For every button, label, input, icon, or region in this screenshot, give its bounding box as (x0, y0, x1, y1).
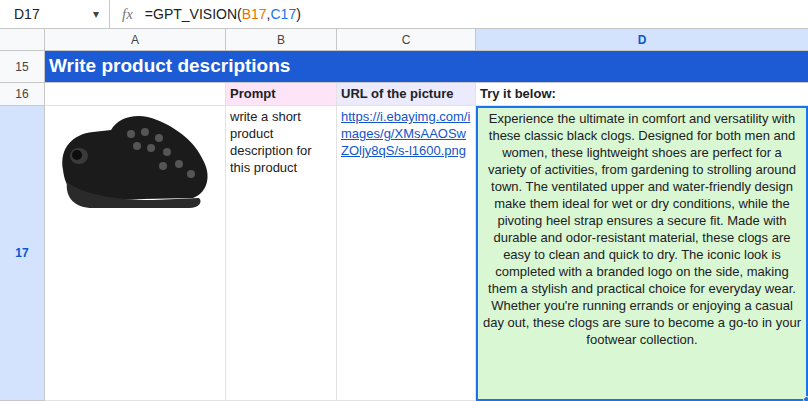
formula-input[interactable]: =GPT_VISION(B17,C17) (145, 4, 301, 25)
image-cell[interactable] (45, 106, 226, 401)
url-cell[interactable]: https://i.ebayimg.com/images/g/XMsAAOSwZ… (337, 106, 476, 401)
dropdown-icon[interactable]: ▾ (93, 5, 99, 23)
formula-bar: D17 ▾ fx =GPT_VISION(B17,C17) (0, 0, 808, 29)
cell-reference[interactable]: D17 (14, 4, 40, 25)
row-header[interactable]: 17 (0, 106, 45, 401)
output-cell[interactable]: Experience the ultimate in comfort and v… (476, 106, 808, 401)
formula-part: =GPT_VISION( (145, 4, 242, 25)
cell[interactable] (45, 83, 226, 106)
column-header[interactable]: A (45, 29, 226, 51)
header-cell[interactable]: Prompt (226, 83, 337, 106)
row-header[interactable]: 15 (0, 51, 45, 83)
row-header[interactable]: 16 (0, 83, 45, 106)
column-header[interactable]: D (476, 29, 808, 51)
corner-cell[interactable] (0, 29, 45, 51)
formula-part: ) (296, 4, 301, 25)
formula-part: B17 (242, 4, 267, 25)
fill-handle[interactable] (803, 396, 808, 401)
title-cell[interactable]: Write product descriptions (45, 51, 808, 83)
clog-image (53, 108, 218, 213)
header-cell[interactable]: Try it below: (476, 83, 808, 106)
formula-part: C17 (271, 4, 297, 25)
name-box[interactable]: D17 ▾ (0, 0, 110, 28)
formula-part: , (267, 4, 271, 25)
column-header[interactable]: C (337, 29, 476, 51)
fx-icon: fx (110, 3, 145, 26)
column-header[interactable]: B (226, 29, 337, 51)
url-link[interactable]: https://i.ebayimg.com/images/g/XMsAAOSwZ… (341, 109, 470, 158)
header-cell[interactable]: URL of the picture (337, 83, 476, 106)
sheet-grid: A B C D 15 Write product descriptions 16… (0, 29, 808, 401)
prompt-cell[interactable]: write a short product description for th… (226, 106, 337, 401)
